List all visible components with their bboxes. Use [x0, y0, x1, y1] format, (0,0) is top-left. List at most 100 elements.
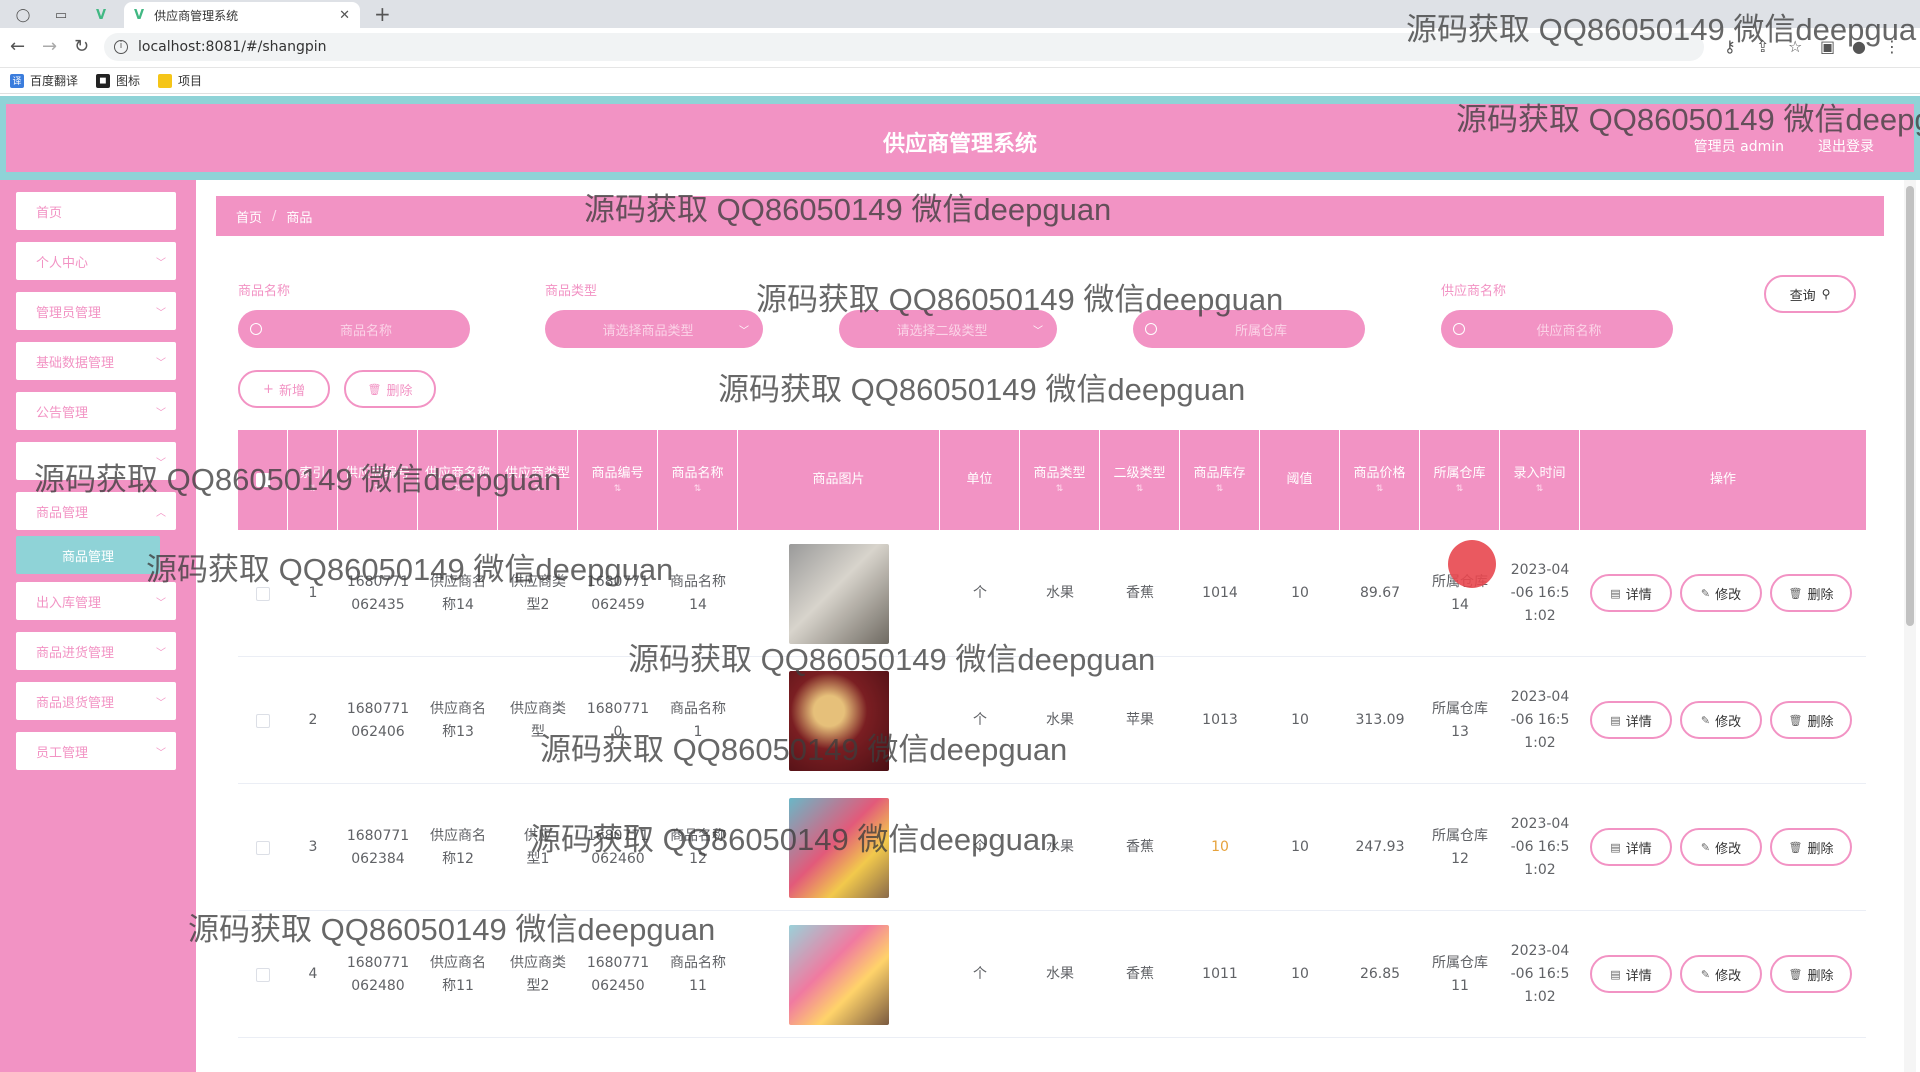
- back-icon[interactable]: ←: [10, 36, 25, 57]
- filter-subtype-select[interactable]: 请选择二级类型 ﹀: [839, 310, 1057, 348]
- cell-threshold: 10: [1260, 657, 1340, 784]
- logout-link[interactable]: 退出登录: [1818, 136, 1874, 156]
- query-button[interactable]: 查询 ⚲: [1764, 275, 1856, 313]
- row-button-label: 删除: [1807, 714, 1834, 730]
- row-detail-button[interactable]: ▤ 详情: [1590, 955, 1672, 993]
- row-edit-button[interactable]: ✎ 修改: [1680, 701, 1762, 739]
- sidebar-item-notice[interactable]: 公告管理 ﹀: [16, 392, 176, 430]
- checkbox[interactable]: [256, 713, 270, 728]
- checkbox[interactable]: [255, 473, 270, 487]
- header-supplier-name[interactable]: 供应商名称 ⇅: [418, 430, 498, 530]
- product-image[interactable]: [789, 924, 889, 1025]
- globe-icon[interactable]: ◯: [10, 4, 36, 26]
- blank-tab-icon[interactable]: ▭: [48, 4, 74, 26]
- filter-warehouse-input[interactable]: 所属仓库: [1133, 310, 1365, 348]
- row-delete-button[interactable]: 🗑 删除: [1770, 574, 1852, 612]
- header-type[interactable]: 商品类型 ⇅: [1020, 430, 1100, 530]
- app-header: 供应商管理系统 管理员 admin 退出登录: [0, 96, 1920, 180]
- row-delete-button[interactable]: 🗑 删除: [1770, 955, 1852, 993]
- sidebar-item-admin[interactable]: 管理员管理 ﹀: [16, 292, 176, 330]
- active-tab[interactable]: V 供应商管理系统 ✕: [124, 2, 360, 28]
- page-scrollbar[interactable]: [1904, 180, 1916, 1072]
- row-edit-button[interactable]: ✎ 修改: [1680, 828, 1762, 866]
- close-tab-icon[interactable]: ✕: [339, 8, 350, 23]
- star-icon[interactable]: ☆: [1788, 37, 1802, 56]
- header-stock[interactable]: 商品库存 ⇅: [1180, 430, 1260, 530]
- row-button-label: 修改: [1715, 587, 1742, 603]
- sidebar-item-hidden[interactable]: ﹀: [16, 442, 176, 480]
- add-button[interactable]: + 新增: [238, 370, 330, 408]
- sidebar-item-basic-data[interactable]: 基础数据管理 ﹀: [16, 342, 176, 380]
- header-supplier-no[interactable]: 供应商编号 ⇅: [338, 430, 418, 530]
- sidebar-item-purchase[interactable]: 商品进货管理 ﹀: [16, 632, 176, 670]
- breadcrumb-home[interactable]: 首页: [236, 207, 262, 226]
- row-detail-button[interactable]: ▤ 详情: [1590, 574, 1672, 612]
- header-subtype[interactable]: 二级类型 ⇅: [1100, 430, 1180, 530]
- sidebar-sub-products[interactable]: 商品管理: [16, 536, 160, 574]
- row-select-cell[interactable]: [238, 657, 288, 784]
- sidebar-item-products[interactable]: 商品管理 ︿: [16, 492, 176, 530]
- row-select-cell[interactable]: [238, 784, 288, 911]
- checkbox[interactable]: [256, 840, 270, 855]
- product-image[interactable]: [789, 670, 889, 771]
- product-image[interactable]: [789, 543, 889, 644]
- row-select-cell[interactable]: [238, 530, 288, 657]
- header-price[interactable]: 商品价格 ⇅: [1340, 430, 1420, 530]
- url-field[interactable]: i localhost:8081/#/shangpin: [104, 33, 1704, 61]
- sidebar-item-home[interactable]: 首页: [16, 192, 176, 230]
- bookmark-translate[interactable]: 译 百度翻译: [10, 72, 78, 89]
- row-delete-button[interactable]: 🗑 删除: [1770, 701, 1852, 739]
- bookmark-project[interactable]: 项目: [158, 72, 202, 89]
- filter-name-input[interactable]: 商品名称: [238, 310, 470, 348]
- reload-icon[interactable]: ↻: [74, 36, 89, 57]
- row-select-cell[interactable]: [238, 911, 288, 1038]
- header-supplier-type[interactable]: 供应商类型 ⇅: [498, 430, 578, 530]
- sidepanel-icon[interactable]: ▣: [1820, 37, 1835, 56]
- cell-product-no: 1680771 0: [578, 657, 658, 784]
- profile-icon[interactable]: ●: [1852, 37, 1866, 56]
- sidebar-item-profile[interactable]: 个人中心 ﹀: [16, 242, 176, 280]
- header-product-no[interactable]: 商品编号 ⇅: [578, 430, 658, 530]
- bookmark-icons[interactable]: ◼ 图标: [96, 72, 140, 89]
- row-edit-button[interactable]: ✎ 修改: [1680, 574, 1762, 612]
- header-index[interactable]: 索引 ⇅: [288, 430, 338, 530]
- share-icon[interactable]: ⇪: [1756, 37, 1769, 56]
- header-warehouse[interactable]: 所属仓库 ⇅: [1420, 430, 1500, 530]
- info-icon[interactable]: i: [114, 40, 128, 54]
- new-tab-icon[interactable]: +: [374, 2, 391, 26]
- header-time[interactable]: 录入时间 ⇅: [1500, 430, 1580, 530]
- cell-threshold: 10: [1260, 784, 1340, 911]
- sidebar-item-return[interactable]: 商品退货管理 ﹀: [16, 682, 176, 720]
- forward-icon[interactable]: →: [42, 36, 57, 57]
- cell-time: 2023-04 -06 16:5 1:02: [1500, 657, 1580, 784]
- sidebar-item-staff[interactable]: 员工管理 ﹀: [16, 732, 176, 770]
- vue-tab-icon[interactable]: V: [88, 4, 114, 26]
- row-delete-button[interactable]: 🗑 删除: [1770, 828, 1852, 866]
- header-product-image[interactable]: 商品图片: [738, 430, 940, 530]
- checkbox[interactable]: [256, 586, 270, 601]
- menu-icon[interactable]: ⋮: [1884, 37, 1900, 56]
- checkbox[interactable]: [256, 967, 270, 982]
- header-product-name[interactable]: 商品名称 ⇅: [658, 430, 738, 530]
- row-edit-button[interactable]: ✎ 修改: [1680, 955, 1762, 993]
- cell-text: 1: [308, 585, 318, 601]
- sidebar-item-inout[interactable]: 出入库管理 ﹀: [16, 582, 176, 620]
- cell-time: 2023-04 -06 16:5 1:02: [1500, 784, 1580, 911]
- key-icon[interactable]: ⚷: [1724, 37, 1736, 56]
- sort-icon: ⇅: [453, 484, 462, 494]
- cell-supplier-no: 1680771 062435: [338, 530, 418, 657]
- delete-button-label: 删除: [386, 383, 413, 399]
- row-detail-button[interactable]: ▤ 详情: [1590, 701, 1672, 739]
- header-unit[interactable]: 单位: [940, 430, 1020, 530]
- scrollbar-thumb[interactable]: [1906, 186, 1914, 626]
- batch-delete-button[interactable]: 🗑 删除: [344, 370, 436, 408]
- filter-type-select[interactable]: 请选择商品类型 ﹀: [545, 310, 763, 348]
- header-threshold[interactable]: 阈值: [1260, 430, 1340, 530]
- search-icon: [1453, 323, 1465, 335]
- row-detail-button[interactable]: ▤ 详情: [1590, 828, 1672, 866]
- filter-supplier-input[interactable]: 供应商名称: [1441, 310, 1673, 348]
- cell-text: 1680771 062450: [586, 954, 650, 994]
- cell-type: 水果: [1020, 657, 1100, 784]
- header-select-all[interactable]: [238, 430, 288, 530]
- product-image[interactable]: [789, 797, 889, 898]
